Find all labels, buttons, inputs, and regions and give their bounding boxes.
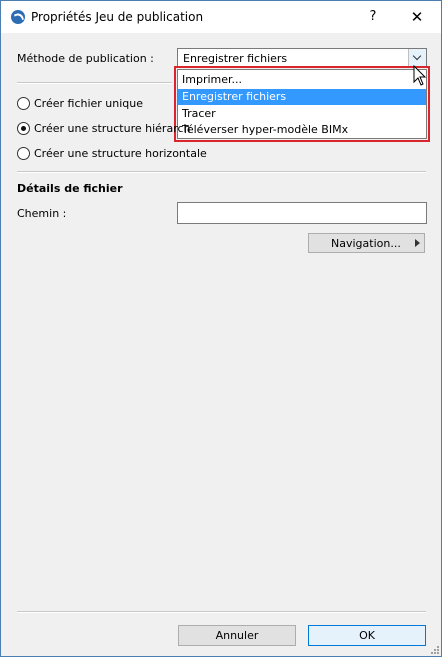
divider <box>17 171 426 173</box>
archicad-icon <box>11 10 25 24</box>
mouse-cursor-icon <box>413 65 427 86</box>
dialog-window: Propriétés Jeu de publication ? ✕ Méthod… <box>0 0 442 657</box>
close-button[interactable]: ✕ <box>405 6 429 28</box>
radio-single-file[interactable] <box>17 97 30 110</box>
path-label: Chemin : <box>17 207 67 220</box>
radio-horizontal[interactable] <box>17 147 30 160</box>
navigation-button-label: Navigation... <box>331 237 401 250</box>
help-button[interactable]: ? <box>363 6 383 28</box>
file-details-title: Détails de fichier <box>17 182 123 195</box>
navigation-button[interactable]: Navigation... <box>308 233 425 253</box>
title-bar[interactable]: Propriétés Jeu de publication ? ✕ <box>1 1 441 33</box>
publication-method-select[interactable]: Enregistrer fichiers <box>177 48 427 68</box>
ok-button[interactable]: OK <box>308 625 426 646</box>
publication-method-label: Méthode de publication : <box>17 52 154 65</box>
divider <box>17 82 172 84</box>
highlight-box <box>174 66 430 142</box>
publication-method-value: Enregistrer fichiers <box>183 52 288 65</box>
radio-hierarchical-label: Créer une structure hiérarch <box>34 122 191 135</box>
path-input[interactable] <box>177 202 427 224</box>
triangle-right-icon <box>415 239 420 247</box>
radio-hierarchical[interactable] <box>17 122 30 135</box>
radio-horizontal-label: Créer une structure horizontale <box>34 147 207 160</box>
cancel-button[interactable]: Annuler <box>178 625 296 646</box>
resize-grip-icon[interactable] <box>429 644 439 654</box>
window-title: Propriétés Jeu de publication <box>31 10 204 24</box>
divider <box>17 611 426 613</box>
radio-single-file-label: Créer fichier unique <box>34 97 144 110</box>
